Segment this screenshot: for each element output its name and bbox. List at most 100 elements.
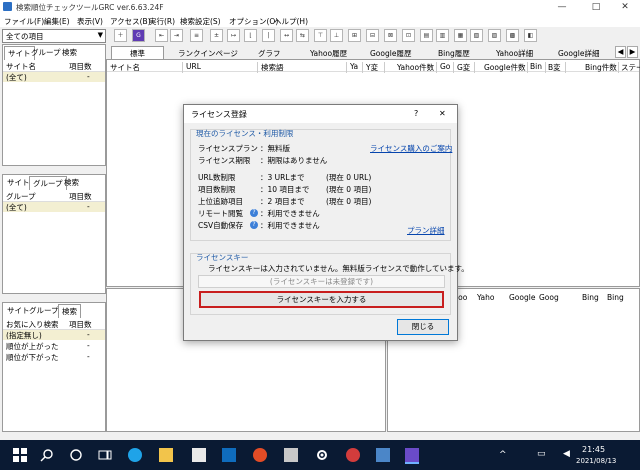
tab-site[interactable]: サイト [7, 177, 30, 188]
tab-search[interactable]: 検索 [58, 304, 81, 318]
tab-site[interactable]: サイト [7, 305, 30, 316]
menu-run[interactable]: 実行(R) [149, 16, 175, 27]
tool-icon[interactable]: ▦ [454, 29, 467, 42]
maximize-icon[interactable]: □ [581, 1, 611, 13]
tool-icon[interactable]: ▥ [436, 29, 449, 42]
volume-icon[interactable]: ◀ [563, 449, 570, 459]
menu-search-settings[interactable]: 検索設定(S) [180, 16, 221, 27]
app-icon[interactable] [284, 448, 298, 462]
list-item[interactable]: 順位が下がった - [3, 352, 105, 362]
tab-search[interactable]: 検索 [62, 47, 77, 58]
enter-license-key-button[interactable]: ライセンスキーを入力する [199, 291, 444, 308]
tab-scroll-right-icon[interactable]: ▶ [627, 46, 638, 58]
buy-license-link[interactable]: ライセンス購入のご案内 [370, 143, 452, 154]
tab-standard[interactable]: 標準 [111, 46, 164, 60]
chrome-icon[interactable] [253, 448, 267, 462]
grc-taskbar-icon[interactable] [405, 448, 419, 464]
help-icon[interactable]: ? [414, 109, 418, 118]
close-icon[interactable]: ✕ [610, 1, 640, 13]
tool-icon[interactable]: ▨ [488, 29, 501, 42]
tab-rankin-page[interactable]: ランクインページ [178, 48, 238, 59]
store-icon[interactable] [192, 448, 206, 462]
tab-group[interactable]: グループ [29, 305, 59, 316]
tray-chevron-icon[interactable]: ^ [499, 450, 507, 460]
edge-icon[interactable] [128, 448, 142, 462]
clock-date[interactable]: 2021/08/13 [576, 457, 616, 465]
dialog-close-icon[interactable]: ✕ [439, 109, 446, 118]
menu-edit[interactable]: 編集(E) [44, 16, 70, 27]
tool-icon[interactable]: ⊥ [330, 29, 343, 42]
network-icon[interactable]: ▭ [537, 449, 546, 459]
col-bing-rank[interactable]: Bin [530, 62, 542, 71]
col-status[interactable]: ステー [621, 62, 640, 73]
search-icon[interactable] [40, 448, 54, 462]
help-icon[interactable]: ? [250, 209, 258, 217]
menu-options[interactable]: オプション(O) [229, 16, 278, 27]
col-yahoo-count[interactable]: Yahoo件数 [397, 62, 434, 73]
tool-icon[interactable]: ⊤ [314, 29, 327, 42]
col-google[interactable]: Google [509, 293, 535, 302]
col-yahoo-change[interactable]: Y変 [366, 62, 378, 73]
list-item[interactable]: (全て) - [3, 72, 105, 82]
cortana-icon[interactable] [69, 448, 83, 462]
col-goog[interactable]: Goog [539, 293, 559, 302]
grc-icon[interactable]: G [132, 29, 145, 42]
list-item[interactable]: (指定無し) - [3, 330, 105, 340]
tab-scroll-left-icon[interactable]: ◀ [615, 46, 626, 58]
col-google-change[interactable]: G変 [457, 62, 470, 73]
tool-icon[interactable]: | [262, 29, 275, 42]
app-icon[interactable] [346, 448, 360, 462]
col-url[interactable]: URL [186, 62, 201, 71]
tool-icon[interactable]: ⊠ [384, 29, 397, 42]
col-keyword[interactable]: 検索語 [261, 62, 284, 73]
folder-icon[interactable] [159, 448, 173, 462]
tab-bing-history[interactable]: Bing履歴 [438, 48, 470, 59]
col-google-count[interactable]: Google件数 [484, 62, 525, 73]
col-bing-change[interactable]: B変 [548, 62, 561, 73]
tool-icon[interactable]: ▤ [420, 29, 433, 42]
menu-access[interactable]: アクセス(B) [110, 16, 151, 27]
menu-file[interactable]: ファイル(F) [4, 16, 44, 27]
col-google-rank[interactable]: Go [440, 62, 450, 71]
col-site[interactable]: サイト名 [110, 62, 140, 73]
col-bing-count[interactable]: Bing件数 [585, 62, 617, 73]
tool-icon[interactable]: ⊟ [366, 29, 379, 42]
col-yahoo-rank[interactable]: Ya [350, 62, 358, 71]
tab-google-history[interactable]: Google履歴 [370, 48, 411, 59]
plan-detail-link[interactable]: プラン詳細 [407, 225, 445, 236]
tool-icon[interactable]: ⇥ [170, 29, 183, 42]
chart-app-icon[interactable] [376, 448, 390, 462]
col-bing-2[interactable]: Bing [607, 293, 624, 302]
help-icon[interactable]: ? [250, 221, 258, 229]
tool-icon[interactable]: ↔ [280, 29, 293, 42]
tool-icon[interactable]: ↦ [227, 29, 240, 42]
tab-google-detail[interactable]: Google詳細 [558, 48, 599, 59]
task-view-icon[interactable] [98, 448, 112, 462]
tab-search[interactable]: 検索 [64, 177, 79, 188]
clock-time[interactable]: 21:45 [582, 445, 605, 454]
add-icon[interactable]: ＋ [114, 29, 127, 42]
tool-icon[interactable]: ⊡ [402, 29, 415, 42]
col-yahoo[interactable]: Yaho [477, 293, 495, 302]
mail-icon[interactable] [222, 448, 236, 462]
tool-icon[interactable]: ▧ [470, 29, 483, 42]
tool-icon[interactable]: ± [210, 29, 223, 42]
tool-icon[interactable]: ⇆ [296, 29, 309, 42]
tool-icon[interactable]: ◧ [524, 29, 537, 42]
close-button[interactable]: 閉じる [397, 319, 449, 335]
menu-help[interactable]: ヘルプ(H) [274, 16, 308, 27]
tool-icon[interactable]: ⌊ [244, 29, 257, 42]
list-item[interactable]: 順位が上がった - [3, 341, 105, 351]
tab-yahoo-history[interactable]: Yahoo履歴 [310, 48, 347, 59]
minimize-icon[interactable]: — [547, 1, 577, 13]
tab-graph[interactable]: グラフ [258, 48, 281, 59]
list-item[interactable]: (全て) - [3, 202, 105, 212]
tool-icon[interactable]: ≡ [190, 29, 203, 42]
tool-icon[interactable]: ⇤ [155, 29, 168, 42]
windows-start-icon[interactable] [13, 448, 27, 462]
tab-site[interactable]: サイト [4, 46, 35, 60]
tab-yahoo-detail[interactable]: Yahoo詳細 [496, 48, 533, 59]
menu-view[interactable]: 表示(V) [77, 16, 103, 27]
tab-group[interactable]: グループ [29, 176, 67, 190]
col-bing[interactable]: Bing [582, 293, 599, 302]
